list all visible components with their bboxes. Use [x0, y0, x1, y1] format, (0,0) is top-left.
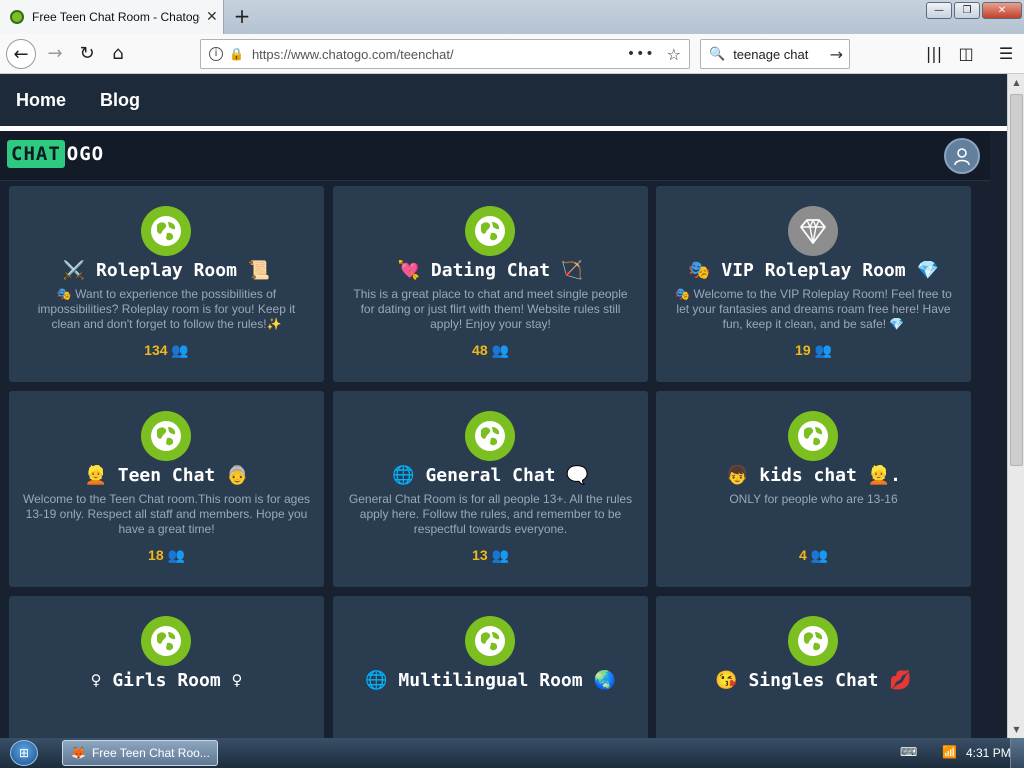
- room-card[interactable]: 😘 Singles Chat 💋: [656, 596, 971, 738]
- room-title[interactable]: 🌐 General Chat 🗨️: [333, 465, 648, 486]
- page-scrollbar[interactable]: ▲ ▼: [1007, 74, 1024, 738]
- room-title[interactable]: ⚔️ Roleplay Room 📜: [9, 260, 324, 281]
- firefox-icon: 🦊: [71, 746, 86, 760]
- back-button[interactable]: ←: [6, 39, 36, 69]
- search-input[interactable]: teenage chat: [733, 47, 829, 62]
- tab-title: Free Teen Chat Room - Chatogo: [32, 10, 200, 24]
- room-title[interactable]: 🌐 Multilingual Room 🌏: [333, 670, 648, 691]
- close-window-button[interactable]: ✕: [982, 2, 1022, 19]
- bookmark-star-icon[interactable]: ☆: [667, 45, 681, 64]
- globe-icon: [465, 411, 515, 461]
- room-card[interactable]: 🌐 Multilingual Room 🌏: [333, 596, 648, 738]
- search-icon: 🔍: [709, 46, 726, 62]
- room-user-count: 48 👥: [472, 342, 509, 358]
- room-card[interactable]: ♀ Girls Room ♀: [9, 596, 324, 738]
- lock-icon[interactable]: 🔒: [229, 47, 244, 61]
- room-title[interactable]: 😘 Singles Chat 💋: [656, 670, 971, 691]
- site-navbar: Home Blog: [0, 74, 1007, 126]
- maximize-button[interactable]: ❐: [954, 2, 980, 19]
- globe-icon: [141, 206, 191, 256]
- scroll-thumb[interactable]: [1010, 94, 1023, 466]
- globe-icon: [141, 616, 191, 666]
- windows-taskbar: ⊞ 🦊 Free Teen Chat Roo... ⌨ 📶 4:31 PM: [0, 738, 1024, 768]
- tab-close-icon[interactable]: ✕: [206, 9, 218, 25]
- room-description: 🎭 Welcome to the VIP Roleplay Room! Feel…: [675, 287, 952, 331]
- room-card[interactable]: 💘 Dating Chat 🏹 This is a great place to …: [333, 186, 648, 382]
- scroll-down-arrow-icon[interactable]: ▼: [1008, 721, 1024, 738]
- url-text[interactable]: https://www.chatogo.com/teenchat/: [252, 47, 627, 62]
- room-description: ONLY for people who are 13-16: [729, 492, 898, 506]
- logo-chat-text: CHAT: [7, 140, 65, 168]
- nav-home-link[interactable]: Home: [16, 90, 66, 111]
- room-title[interactable]: ♀ Girls Room ♀: [9, 670, 324, 691]
- room-card[interactable]: 👦 kids chat 👱. ONLY for people who are 13…: [656, 391, 971, 587]
- room-card[interactable]: 👱 Teen Chat 👵 Welcome to the Teen Chat ro…: [9, 391, 324, 587]
- room-card[interactable]: 🌐 General Chat 🗨️ General Chat Room is fo…: [333, 391, 648, 587]
- chatogo-logo[interactable]: CHAT OGO: [7, 140, 104, 168]
- search-go-icon[interactable]: →: [830, 45, 843, 64]
- globe-icon: [465, 206, 515, 256]
- show-desktop-button[interactable]: [1010, 738, 1024, 768]
- room-title[interactable]: 🎭 VIP Roleplay Room 💎: [656, 260, 971, 281]
- room-description: General Chat Room is for all people 13+.…: [348, 492, 633, 536]
- info-icon[interactable]: i: [209, 47, 223, 61]
- site-header: CHAT OGO: [0, 131, 990, 181]
- web-page: Home Blog CHAT OGO ⚔️ Roleplay Room 📜 🎭 W…: [0, 74, 1007, 738]
- library-icon[interactable]: |||: [924, 44, 944, 63]
- page-actions-icon[interactable]: •••: [627, 46, 655, 62]
- globe-icon: [788, 411, 838, 461]
- globe-icon: [465, 616, 515, 666]
- taskbar-window-label: Free Teen Chat Roo...: [91, 746, 210, 760]
- diamond-icon: [788, 206, 838, 256]
- room-card[interactable]: 🎭 VIP Roleplay Room 💎 🎭 Welcome to the VI…: [656, 186, 971, 382]
- minimize-button[interactable]: —: [926, 2, 952, 19]
- room-user-count: 19 👥: [795, 342, 832, 358]
- home-button[interactable]: ⌂: [103, 39, 133, 69]
- chatogo-favicon-icon: [10, 10, 24, 24]
- room-title[interactable]: 👱 Teen Chat 👵: [9, 465, 324, 486]
- room-user-count: 18 👥: [148, 547, 185, 563]
- globe-icon: [141, 411, 191, 461]
- start-button[interactable]: ⊞: [10, 740, 38, 766]
- room-user-count: 4 👥: [798, 547, 829, 563]
- url-bar[interactable]: i 🔒 https://www.chatogo.com/teenchat/ ••…: [200, 39, 690, 69]
- user-avatar-button[interactable]: [944, 138, 980, 174]
- window-controls: — ❐ ✕: [926, 2, 1022, 19]
- new-tab-button[interactable]: +: [232, 4, 252, 28]
- browser-titlebar: Free Teen Chat Room - Chatogo ✕ + — ❐ ✕: [0, 0, 1024, 34]
- globe-icon: [788, 616, 838, 666]
- room-description: 🎭 Want to experience the possibilities o…: [37, 287, 296, 331]
- logo-ogo-text: OGO: [66, 143, 105, 165]
- keyboard-icon[interactable]: ⌨: [900, 745, 917, 759]
- user-icon: [954, 148, 970, 166]
- browser-toolbar: ← → ↻ ⌂ i 🔒 https://www.chatogo.com/teen…: [0, 34, 1024, 74]
- room-title[interactable]: 💘 Dating Chat 🏹: [333, 260, 648, 281]
- rooms-grid: ⚔️ Roleplay Room 📜 🎭 Want to experience t…: [0, 182, 990, 738]
- scroll-up-arrow-icon[interactable]: ▲: [1008, 74, 1024, 91]
- reload-button[interactable]: ↻: [72, 39, 102, 69]
- system-clock[interactable]: 4:31 PM: [966, 746, 1011, 760]
- forward-button[interactable]: →: [40, 39, 70, 69]
- sidebar-icon[interactable]: ◫: [956, 44, 976, 63]
- nav-blog-link[interactable]: Blog: [100, 90, 140, 111]
- room-user-count: 13 👥: [472, 547, 509, 563]
- menu-icon[interactable]: ☰: [996, 44, 1016, 63]
- room-title[interactable]: 👦 kids chat 👱.: [656, 465, 971, 486]
- room-description: Welcome to the Teen Chat room.This room …: [23, 492, 311, 536]
- browser-tab[interactable]: Free Teen Chat Room - Chatogo ✕: [0, 0, 224, 34]
- room-user-count: 134 👥: [144, 342, 189, 358]
- search-bar[interactable]: 🔍 teenage chat →: [700, 39, 850, 69]
- room-description: This is a great place to chat and meet s…: [353, 287, 628, 331]
- taskbar-firefox-window[interactable]: 🦊 Free Teen Chat Roo...: [62, 740, 218, 766]
- network-icon[interactable]: 📶: [942, 745, 957, 759]
- room-card[interactable]: ⚔️ Roleplay Room 📜 🎭 Want to experience t…: [9, 186, 324, 382]
